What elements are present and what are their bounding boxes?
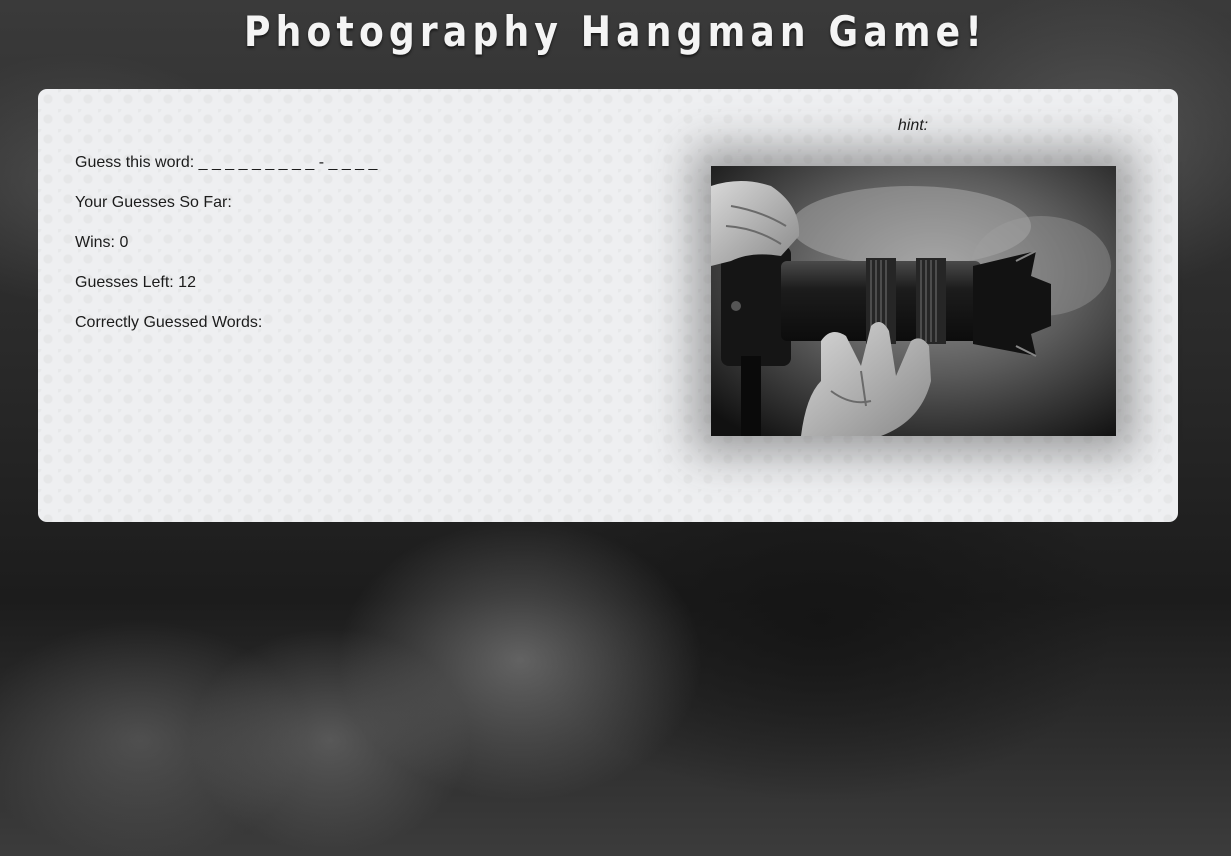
game-panel: Guess this word: _ _ _ _ _ _ _ _ _ - _ _… (38, 89, 1178, 522)
camera-photo (711, 166, 1116, 436)
hint-label: hint: (897, 117, 929, 134)
word-blanks: _ _ _ _ _ _ _ _ _ - _ _ _ _ (198, 154, 378, 171)
wins-label: Wins: (75, 234, 115, 251)
correct-words-label: Correctly Guessed Words: (75, 314, 263, 331)
guesses-left-row: Guesses Left: 12 (75, 271, 635, 311)
hint-image (711, 166, 1116, 436)
guesses-row: Your Guesses So Far: (75, 191, 635, 231)
correct-words-row: Correctly Guessed Words: (75, 311, 635, 351)
hint-text: hint: (788, 117, 1038, 135)
guesses-label: Your Guesses So Far: (75, 194, 232, 211)
wins-value: 0 (119, 234, 129, 251)
guess-word-label: Guess this word: (75, 154, 195, 171)
wins-row: Wins: 0 (75, 231, 635, 271)
page-title: Photography Hangman Game! (244, 7, 987, 56)
game-stats: Guess this word: _ _ _ _ _ _ _ _ _ - _ _… (75, 151, 635, 351)
guesses-left-label: Guesses Left: (75, 274, 174, 291)
word-row: Guess this word: _ _ _ _ _ _ _ _ _ - _ _… (75, 151, 635, 191)
guesses-left-value: 12 (178, 274, 196, 291)
